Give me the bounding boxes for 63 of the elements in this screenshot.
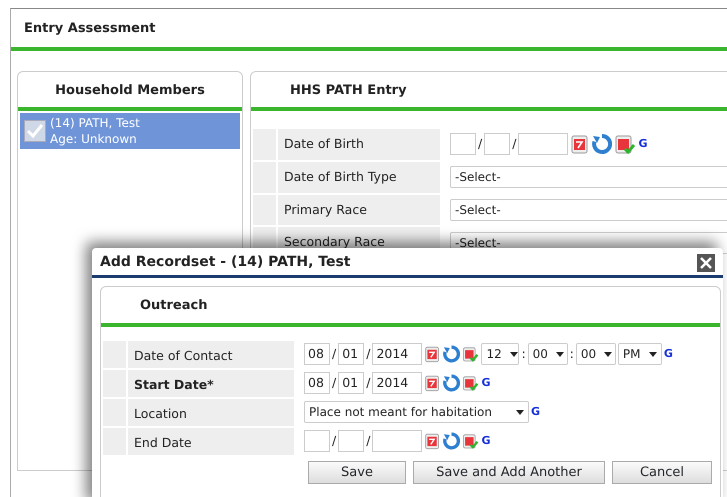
calendar-icon[interactable] [570,133,590,156]
year-field[interactable] [372,430,422,452]
month-field[interactable]: 08 [304,343,330,365]
month-field[interactable]: 08 [304,372,330,394]
field-label: Location [128,398,294,426]
dialog-button[interactable]: Cancel [612,460,712,484]
select-field[interactable]: -Select- [450,166,727,188]
caret-icon [516,410,524,414]
field-label: Start Date* [128,370,294,396]
g-link[interactable]: G [664,346,673,362]
day-field[interactable] [338,430,364,452]
separator-text: / [512,135,516,153]
field-label: Date of Birth [278,129,440,160]
select-field[interactable]: Place not meant for habitation [304,401,529,423]
calendar-check-icon[interactable] [614,133,636,156]
section-title: Outreach [139,297,208,315]
year-field[interactable] [518,133,568,156]
g-link[interactable]: G [481,374,490,392]
refresh-icon[interactable] [443,430,460,452]
member-name: (14) PATH, Test [50,115,140,131]
field-label: End Date [128,428,294,454]
refresh-icon[interactable] [443,372,460,394]
year-field[interactable]: 2014 [372,343,422,365]
second-select[interactable]: 00 [576,343,616,365]
separator-text: : [570,344,574,363]
refresh-icon[interactable] [443,343,460,365]
month-field[interactable] [304,430,330,452]
year-field[interactable]: 2014 [372,372,422,394]
panel-title: Household Members [54,82,206,100]
page-title: Entry Assessment [23,20,156,38]
g-link[interactable]: G [638,136,648,153]
checkbox[interactable] [24,120,46,142]
dialog-button[interactable]: Save and Add Another [413,460,605,484]
field-label: Primary Race [278,194,440,226]
field-label: Date of Contact [128,340,294,368]
month-field[interactable] [450,133,476,156]
separator-text: / [332,374,336,392]
separator-text: / [332,344,336,363]
g-link[interactable]: G [481,432,490,450]
dialog-button[interactable]: Save [308,460,406,484]
close-button[interactable] [697,254,715,272]
separator-text: : [521,344,526,363]
ampm-select[interactable]: PM [618,343,662,365]
refresh-icon[interactable] [592,133,612,156]
separator-text: / [366,432,370,450]
day-field[interactable] [484,133,510,156]
g-link[interactable]: G [531,404,540,420]
select-field[interactable]: -Select- [450,198,727,221]
caret-icon [556,352,564,356]
hour-select[interactable]: 12 [481,343,520,365]
separator-text: / [366,374,370,392]
separator-text: / [478,135,482,153]
field-label: Date of Birth Type [278,162,440,192]
member-age: Age: Unknown [50,131,138,147]
separator-text: / [366,344,370,363]
minute-select[interactable]: 00 [528,343,568,365]
day-field[interactable]: 01 [338,372,364,394]
caret-icon [604,352,612,356]
caret-icon [510,352,518,356]
panel-title: HHS PATH Entry [289,82,408,100]
caret-icon [648,352,657,356]
separator-text: / [332,432,336,450]
day-field[interactable]: 01 [338,343,364,365]
